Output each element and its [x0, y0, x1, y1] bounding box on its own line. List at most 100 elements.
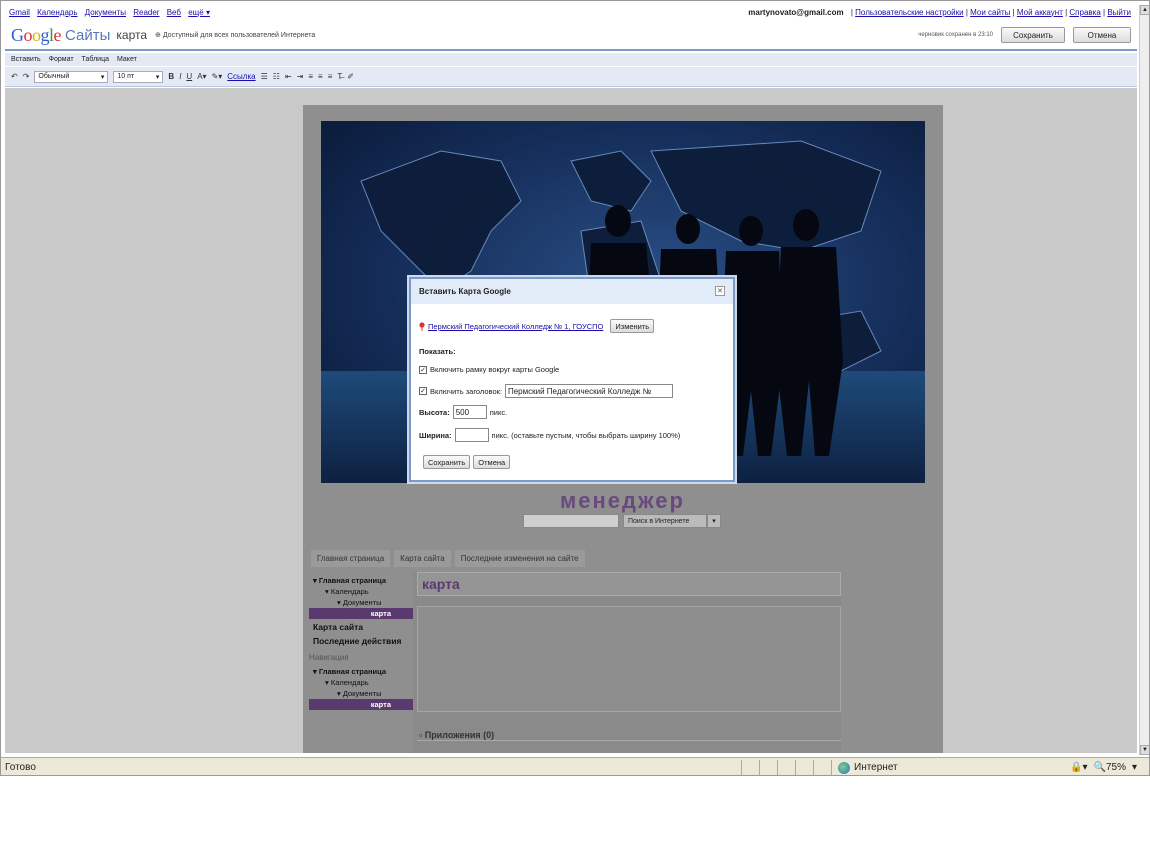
protected-mode-icon[interactable]: 🔒▾	[1070, 762, 1087, 773]
text-color-icon[interactable]: A▾	[197, 72, 206, 81]
header-text-input[interactable]: Пермский Педагогический Колледж №	[504, 384, 673, 398]
tab-sitemap[interactable]: Карта сайта	[394, 550, 451, 567]
editor-menubar: Вставить Формат Таблица Макет	[5, 53, 1137, 66]
bulleted-list-icon[interactable]: ☷	[273, 72, 280, 81]
indent-more-icon[interactable]: ⇥	[297, 72, 304, 81]
sidebar-item-documents[interactable]: ▾ Документы	[309, 597, 413, 608]
location-row: Пермский Педагогический Колледж № 1, ГОУ…	[419, 319, 655, 333]
reader-link[interactable]: Reader	[133, 8, 159, 17]
sidebar-item-map[interactable]: карта	[309, 608, 413, 619]
internet-globe-icon	[838, 761, 850, 774]
site-sidebar: ▾ Главная страница ▾ Календарь ▾ Докумен…	[309, 572, 413, 753]
align-right-icon[interactable]: ≡	[328, 72, 333, 81]
align-left-icon[interactable]: ≡	[308, 72, 313, 81]
height-input[interactable]: 500	[452, 405, 487, 419]
user-settings-link[interactable]: Пользовательские настройки	[855, 8, 963, 17]
web-link[interactable]: Веб	[167, 8, 181, 17]
apps-section: ▫ Приложения (0)	[417, 730, 841, 741]
scroll-down-icon[interactable]: ▼	[1140, 745, 1149, 755]
help-link[interactable]: Справка	[1069, 8, 1100, 17]
menu-insert[interactable]: Вставить	[11, 56, 41, 63]
zoom-area: 🔒▾ 🔍75% ▾	[1070, 762, 1149, 773]
tab-recent-changes[interactable]: Последние изменения на сайте	[454, 550, 585, 567]
header-save-button[interactable]: Сохранить	[1001, 27, 1065, 43]
globe-icon: ⊕	[155, 32, 161, 39]
status-segment	[795, 759, 813, 775]
zoom-control[interactable]: 🔍75%	[1094, 762, 1126, 773]
close-icon[interactable]: ✕	[715, 286, 725, 296]
documents-link[interactable]: Документы	[85, 8, 126, 17]
sign-out-link[interactable]: Выйти	[1107, 8, 1131, 17]
sidebar-item-map-2[interactable]: карта	[309, 699, 413, 710]
tab-home[interactable]: Главная страница	[311, 550, 391, 567]
page-heading[interactable]: карта	[417, 572, 841, 596]
sidebar-item-documents-2[interactable]: ▾ Документы	[309, 688, 413, 699]
browser-window: Gmail Календарь Документы Reader Веб ещё…	[0, 0, 1150, 776]
sidebar-item-calendar[interactable]: ▾ Календарь	[309, 586, 413, 597]
style-select[interactable]: Обычный ▾	[34, 70, 109, 83]
header-checkbox[interactable]: ✓	[419, 387, 427, 395]
site-search-input[interactable]	[523, 514, 619, 528]
gmail-link[interactable]: Gmail	[9, 8, 30, 17]
vertical-scrollbar[interactable]: ▲ ▼	[1139, 5, 1149, 755]
undo-icon[interactable]: ↶	[11, 72, 18, 81]
menu-layout[interactable]: Макет	[117, 56, 137, 63]
font-size-select[interactable]: 10 пт ▾	[113, 70, 164, 83]
page-body[interactable]	[417, 606, 841, 712]
status-text: Готово	[5, 762, 36, 773]
indent-less-icon[interactable]: ⇤	[285, 72, 292, 81]
width-input[interactable]	[454, 428, 489, 442]
editor-toolbar: ↶ ↷ Обычный ▾ 10 пт ▾ B I U A▾ ✎▾ Ссылка ☰…	[5, 67, 1137, 87]
height-row: Высота: 500 пикс.	[419, 405, 507, 419]
header-option: ✓ Включить заголовок: Пермский Педагогич…	[419, 384, 673, 398]
sidebar-item-home-2[interactable]: ▾ Главная страница	[309, 666, 413, 677]
align-center-icon[interactable]: ≡	[318, 72, 323, 81]
underline-icon[interactable]: U	[186, 72, 192, 81]
sidebar-item-calendar-2[interactable]: ▾ Календарь	[309, 677, 413, 688]
my-sites-link[interactable]: Мои сайты	[970, 8, 1010, 17]
highlight-icon[interactable]: ✎▾	[212, 72, 223, 81]
sidebar-item-sitemap[interactable]: Карта сайта	[309, 619, 413, 633]
dialog-save-button[interactable]: Сохранить	[423, 455, 471, 469]
more-link[interactable]: ещё ▾	[188, 8, 210, 17]
google-bar: Gmail Календарь Документы Reader Веб ещё…	[5, 5, 1135, 19]
redo-icon[interactable]: ↷	[23, 72, 30, 81]
site-content: ▾ Главная страница ▾ Календарь ▾ Докумен…	[309, 572, 841, 753]
zoom-dropdown-icon[interactable]: ▾	[1132, 762, 1137, 773]
zone-label: Интернет	[854, 762, 898, 773]
numbered-list-icon[interactable]: ☰	[261, 72, 268, 81]
dialog-cancel-button[interactable]: Отмена	[473, 455, 511, 469]
link-button[interactable]: Ссылка	[227, 72, 255, 81]
width-row: Ширина: пикс. (оставьте пустым, чтобы вы…	[419, 428, 680, 442]
menu-table[interactable]: Таблица	[82, 56, 109, 63]
remove-format-icon[interactable]: T̶	[337, 72, 342, 81]
location-link[interactable]: Пермский Педагогический Колледж № 1, ГОУ…	[428, 322, 603, 331]
chevron-down-icon[interactable]: ▾	[707, 514, 721, 528]
site-brand: менеджер	[560, 488, 685, 513]
change-location-button[interactable]: Изменить	[610, 319, 655, 333]
gbar-links: Gmail Календарь Документы Reader Веб ещё…	[9, 8, 215, 17]
security-zone[interactable]: Интернет	[831, 759, 1031, 775]
status-segment	[759, 759, 777, 775]
menu-format[interactable]: Формат	[49, 56, 74, 63]
sidebar-item-recent[interactable]: Последние действия	[309, 633, 413, 647]
calendar-link[interactable]: Календарь	[37, 8, 77, 17]
scroll-up-icon[interactable]: ▲	[1140, 5, 1149, 15]
site-search-button[interactable]: Поиск в Интернете	[623, 514, 707, 528]
bold-icon[interactable]: B	[168, 72, 174, 81]
map-pin-icon	[419, 321, 425, 331]
height-unit: пикс.	[489, 407, 508, 417]
dialog-actions: Сохранить Отмена	[423, 455, 511, 469]
html-icon[interactable]: ✐	[347, 72, 354, 81]
sidebar-item-home[interactable]: ▾ Главная страница	[309, 572, 413, 586]
attachment-icon: ▫	[419, 730, 423, 740]
page-main: карта ▫ Приложения (0)	[417, 572, 841, 753]
my-account-link[interactable]: Мой аккаунт	[1017, 8, 1063, 17]
header-cancel-button[interactable]: Отмена	[1073, 27, 1131, 43]
chevron-down-icon: ▾	[155, 73, 160, 81]
italic-icon[interactable]: I	[179, 72, 181, 81]
status-segment	[741, 759, 759, 775]
account-email: martynovato@gmail.com	[748, 7, 844, 17]
frame-checkbox-label: Включить рамку вокруг карты Google	[430, 365, 560, 374]
frame-checkbox[interactable]: ✓	[419, 365, 427, 374]
